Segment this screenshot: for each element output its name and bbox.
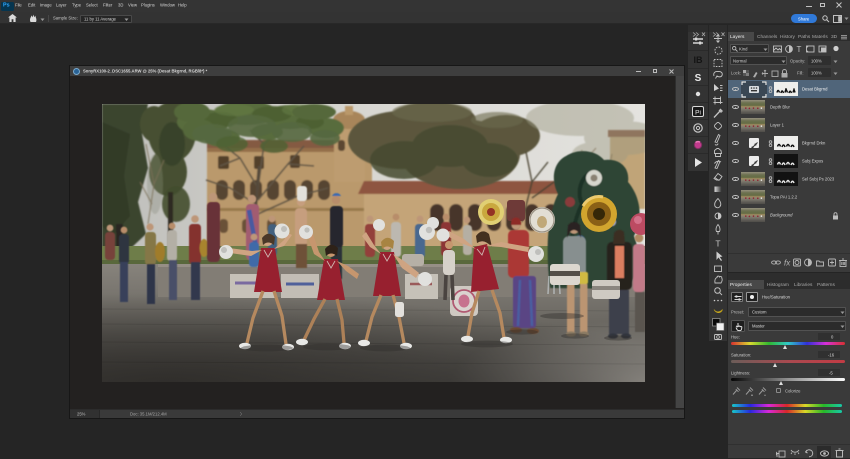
svg-text:T: T <box>797 45 802 53</box>
svg-text:Pi: Pi <box>695 110 701 117</box>
svg-text:T: T <box>715 239 720 249</box>
svg-text:IB: IB <box>694 55 704 65</box>
svg-text:fx: fx <box>784 259 791 268</box>
svg-text:S: S <box>695 73 702 84</box>
